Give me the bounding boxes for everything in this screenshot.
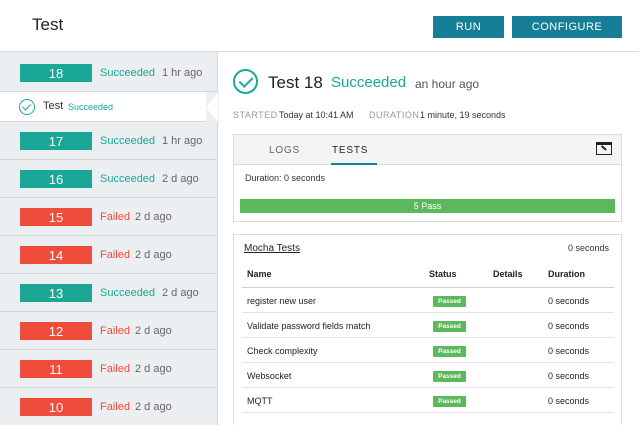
passed-badge: Passed (433, 346, 466, 357)
build-title: Test 18 (268, 73, 323, 92)
duration-value: 1 minute, 19 seconds (420, 110, 506, 120)
build-time: 2 d ago (135, 325, 172, 337)
suite-duration: 0 seconds (567, 243, 609, 253)
tab-logs[interactable]: LOGS (269, 145, 300, 156)
build-status-label: Succeeded (331, 74, 407, 91)
build-item-13[interactable]: 13 Succeeded 2 d ago (0, 274, 218, 312)
build-sub-item-test[interactable]: Test Succeeded (0, 92, 219, 122)
build-status: Failed (100, 401, 130, 413)
check-circle-icon (19, 99, 35, 115)
tab-tests[interactable]: TESTS (332, 145, 368, 156)
build-status: Failed (100, 363, 130, 375)
build-item-17[interactable]: 17 Succeeded 1 hr ago (0, 122, 218, 160)
build-time: 1 hr ago (162, 67, 203, 79)
started-value: Today at 10:41 AM (279, 110, 354, 120)
success-check-icon (233, 69, 258, 94)
test-suite: Mocha Tests 0 seconds Name Status Detail… (233, 234, 622, 425)
build-status: Failed (100, 249, 130, 261)
build-status: Succeeded (100, 287, 156, 299)
pass-progress-bar: 5 Pass (240, 199, 615, 213)
sub-item-label: Test (43, 100, 64, 112)
build-ago: an hour ago (415, 77, 480, 91)
build-item-12[interactable]: 12 Failed 2 d ago (0, 312, 218, 350)
build-item-16[interactable]: 16 Succeeded 2 d ago (0, 160, 218, 198)
test-name: Validate password fields match (247, 321, 371, 331)
build-status: Failed (100, 325, 130, 337)
build-status: Succeeded (100, 173, 156, 185)
build-time: 2 d ago (135, 401, 172, 413)
build-number-badge: 17 (20, 132, 92, 150)
app-title: Test (32, 15, 64, 34)
build-number-badge: 15 (20, 208, 92, 226)
build-status: Succeeded (100, 67, 156, 79)
build-time: 2 d ago (135, 211, 172, 223)
build-number-badge: 14 (20, 246, 92, 264)
test-duration: 0 seconds (548, 296, 590, 306)
table-row: MQTT Passed 0 seconds (242, 388, 614, 413)
test-name: Check complexity (247, 346, 318, 356)
build-item-18[interactable]: 18 Succeeded 1 hr ago (0, 54, 218, 92)
tab-bar: LOGS TESTS (234, 135, 621, 165)
table-row: Check complexity Passed 0 seconds (242, 338, 614, 363)
results-panel: LOGS TESTS Duration: 0 seconds 5 Pass (233, 134, 622, 222)
build-status: Failed (100, 211, 130, 223)
active-tab-indicator (331, 163, 377, 165)
test-name: register new user (247, 296, 317, 306)
build-item-10[interactable]: 10 Failed 2 d ago (0, 388, 218, 425)
test-duration: 0 seconds (548, 321, 590, 331)
col-header-status: Status (429, 269, 457, 279)
col-header-duration: Duration (548, 269, 585, 279)
test-duration: 0 seconds (548, 371, 590, 381)
test-duration: 0 seconds (548, 346, 590, 356)
table-row: register new user Passed 0 seconds (242, 288, 614, 313)
build-time: 2 d ago (162, 287, 199, 299)
tests-duration: Duration: 0 seconds (245, 173, 326, 183)
configure-button[interactable]: CONFIGURE (512, 16, 622, 38)
build-status: Succeeded (100, 135, 156, 147)
build-number-badge: 16 (20, 170, 92, 188)
table-row: Validate password fields match Passed 0 … (242, 313, 614, 338)
build-number-badge: 13 (20, 284, 92, 302)
run-button[interactable]: RUN (433, 16, 504, 38)
suite-name-link[interactable]: Mocha Tests (244, 243, 300, 254)
build-time: 1 hr ago (162, 135, 203, 147)
passed-badge: Passed (433, 371, 466, 382)
build-item-15[interactable]: 15 Failed 2 d ago (0, 198, 218, 236)
test-name: MQTT (247, 396, 273, 406)
open-external-icon[interactable] (596, 142, 612, 155)
test-duration: 0 seconds (548, 396, 590, 406)
build-time: 2 d ago (135, 363, 172, 375)
build-item-11[interactable]: 11 Failed 2 d ago (0, 350, 218, 388)
build-number-badge: 18 (20, 64, 92, 82)
build-number-badge: 10 (20, 398, 92, 416)
build-number-badge: 11 (20, 360, 92, 378)
build-time: 2 d ago (162, 173, 199, 185)
pass-progress-fill: 5 Pass (240, 199, 615, 213)
sub-item-status: Succeeded (68, 101, 114, 112)
passed-badge: Passed (433, 396, 466, 407)
build-time: 2 d ago (135, 249, 172, 261)
test-name: Websocket (247, 371, 292, 381)
build-number-badge: 12 (20, 322, 92, 340)
duration-label: DURATION (369, 110, 420, 120)
col-header-details: Details (493, 269, 523, 279)
build-item-14[interactable]: 14 Failed 2 d ago (0, 236, 218, 274)
builds-sidebar: 18 Succeeded 1 hr ago Test Succeeded 17 … (0, 52, 219, 425)
col-header-name: Name (247, 269, 272, 279)
table-row: Websocket Passed 0 seconds (242, 363, 614, 388)
selection-arrow (206, 92, 219, 122)
top-header: Test RUN CONFIGURE (0, 0, 639, 52)
passed-badge: Passed (433, 321, 466, 332)
started-label: STARTED (233, 110, 278, 120)
passed-badge: Passed (433, 296, 466, 307)
